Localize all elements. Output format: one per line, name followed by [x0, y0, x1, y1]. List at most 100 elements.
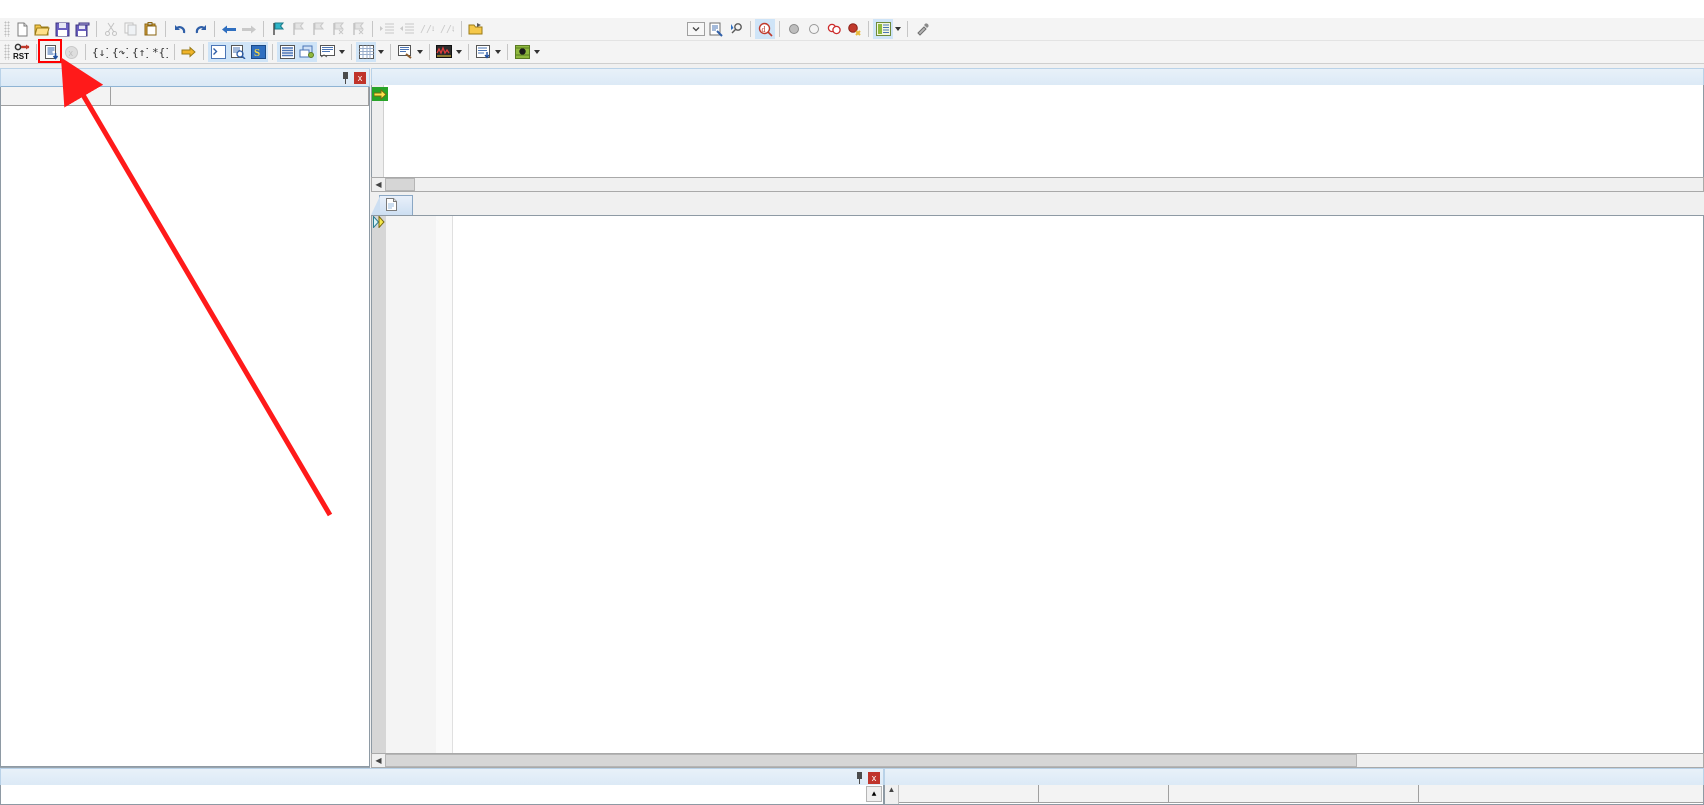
analysis-window-icon[interactable] [434, 42, 454, 62]
save-icon[interactable] [52, 19, 72, 39]
breakpoint-disable-icon[interactable] [804, 19, 824, 39]
bookmark-prev-icon[interactable] [288, 19, 308, 39]
bookmark-next-icon[interactable] [308, 19, 328, 39]
registers-window-icon[interactable] [277, 42, 297, 62]
disassembly-window-icon[interactable] [228, 42, 248, 62]
step-over-icon[interactable]: {↷} [110, 42, 130, 62]
stop-icon[interactable]: x [61, 42, 81, 62]
step-into-icon[interactable]: {↓} [90, 42, 110, 62]
trace-window-caret-icon[interactable] [493, 42, 503, 62]
command-output[interactable]: ▲ [0, 785, 884, 805]
target-select-dropdown[interactable] [686, 19, 706, 39]
window-layout-caret-icon[interactable] [893, 19, 903, 39]
debug-session-icon[interactable]: d [755, 19, 775, 39]
undo-icon[interactable] [170, 19, 190, 39]
command-scroll-up-icon[interactable]: ▲ [866, 786, 882, 802]
open-project-icon[interactable] [466, 19, 486, 39]
reset-cpu-icon[interactable]: RST [12, 42, 32, 62]
callstack-column-header [899, 785, 1703, 803]
svg-text://≢: //≢ [440, 24, 454, 35]
current-line-arrow-icon [373, 216, 386, 229]
svg-text:{↓}: {↓} [92, 46, 108, 59]
breakpoint-disable-all-icon[interactable] [844, 19, 864, 39]
column-location-value [1039, 785, 1169, 803]
callstack-scroll-up-icon[interactable]: ▲ [885, 785, 899, 804]
registers-rows [1, 106, 369, 107]
breakpoint-icon[interactable] [784, 19, 804, 39]
callstack-body[interactable]: ▲ [884, 785, 1704, 805]
navigate-forward-icon[interactable] [239, 19, 259, 39]
tab-main-c[interactable] [371, 195, 413, 215]
workspace: x ◀ ◀ x ▲ ▲ [0, 68, 1704, 805]
editor-scroll-thumb[interactable] [385, 754, 1357, 767]
show-next-statement-icon[interactable] [179, 42, 199, 62]
svg-text:S: S [254, 47, 260, 59]
svg-text:RST: RST [13, 52, 29, 61]
disassembly-body[interactable] [371, 85, 1704, 179]
editor-code[interactable] [453, 216, 1703, 767]
step-out-icon[interactable]: {↑} [130, 42, 150, 62]
toolbar-grip[interactable] [4, 21, 10, 37]
run-to-cursor-icon[interactable]: *{} [150, 42, 170, 62]
comment-icon[interactable]: //≡ [417, 19, 437, 39]
memory-window-icon[interactable] [356, 42, 376, 62]
scroll-left-icon[interactable]: ◀ [372, 179, 385, 190]
window-layout-icon[interactable] [873, 19, 893, 39]
editor-fold-column[interactable] [436, 216, 453, 767]
indent-icon[interactable] [377, 19, 397, 39]
breakpoint-kill-all-icon[interactable] [824, 19, 844, 39]
command-window-icon[interactable] [208, 42, 228, 62]
watch-window-caret-icon[interactable] [337, 42, 347, 62]
editor-scroll-left-icon[interactable]: ◀ [372, 755, 385, 766]
trace-window-icon[interactable] [473, 42, 493, 62]
scroll-thumb[interactable] [385, 178, 415, 191]
editor-breakpoint-column[interactable] [372, 216, 386, 767]
configure-icon[interactable] [912, 19, 932, 39]
debug-toolbar-grip[interactable] [4, 44, 10, 60]
command-panel: x ▲ [0, 768, 884, 805]
svg-text:{↑}: {↑} [132, 46, 148, 59]
command-close-icon[interactable]: x [868, 771, 880, 784]
bookmark-clear-icon[interactable] [328, 19, 348, 39]
outdent-icon[interactable] [397, 19, 417, 39]
serial-window-caret-icon[interactable] [415, 42, 425, 62]
paste-icon[interactable] [141, 19, 161, 39]
registers-tree[interactable] [0, 87, 370, 767]
find-in-files-icon[interactable] [726, 19, 746, 39]
call-stack-window-icon[interactable] [297, 42, 317, 62]
editor-hscrollbar[interactable]: ◀ [371, 753, 1704, 768]
open-file-icon[interactable] [32, 19, 52, 39]
disassembly-hscrollbar[interactable]: ◀ [371, 177, 1704, 192]
c-file-icon [386, 197, 397, 214]
cut-icon[interactable] [101, 19, 121, 39]
run-icon[interactable] [38, 39, 62, 63]
pin-icon[interactable] [340, 71, 351, 84]
bookmark-clear-all-icon[interactable] [348, 19, 368, 39]
save-all-icon[interactable] [72, 19, 92, 39]
command-pin-icon[interactable] [854, 771, 865, 784]
editor-body[interactable] [371, 215, 1704, 768]
serial-window-icon[interactable] [395, 42, 415, 62]
copy-icon[interactable] [121, 19, 141, 39]
close-icon[interactable]: x [354, 71, 366, 84]
svg-text:x: x [68, 48, 73, 58]
redo-icon[interactable] [190, 19, 210, 39]
navigate-back-icon[interactable] [219, 19, 239, 39]
target-options-icon[interactable] [706, 19, 726, 39]
watch-window-icon[interactable] [317, 42, 337, 62]
column-filler [1419, 785, 1703, 803]
left-dock: x [0, 68, 370, 768]
symbols-window-icon[interactable]: S [248, 42, 268, 62]
column-value [111, 87, 369, 105]
new-file-icon[interactable] [12, 19, 32, 39]
system-viewer-caret-icon[interactable] [532, 42, 542, 62]
bookmark-toggle-icon[interactable] [268, 19, 288, 39]
svg-text://≡: //≡ [420, 24, 434, 35]
uncomment-icon[interactable]: //≢ [437, 19, 457, 39]
svg-text:*{}: *{} [152, 46, 168, 59]
main-toolbar: //≡ //≢ d [0, 18, 1704, 41]
memory-window-caret-icon[interactable] [376, 42, 386, 62]
analysis-window-caret-icon[interactable] [454, 42, 464, 62]
system-viewer-icon[interactable] [512, 42, 532, 62]
column-type [1169, 785, 1419, 803]
